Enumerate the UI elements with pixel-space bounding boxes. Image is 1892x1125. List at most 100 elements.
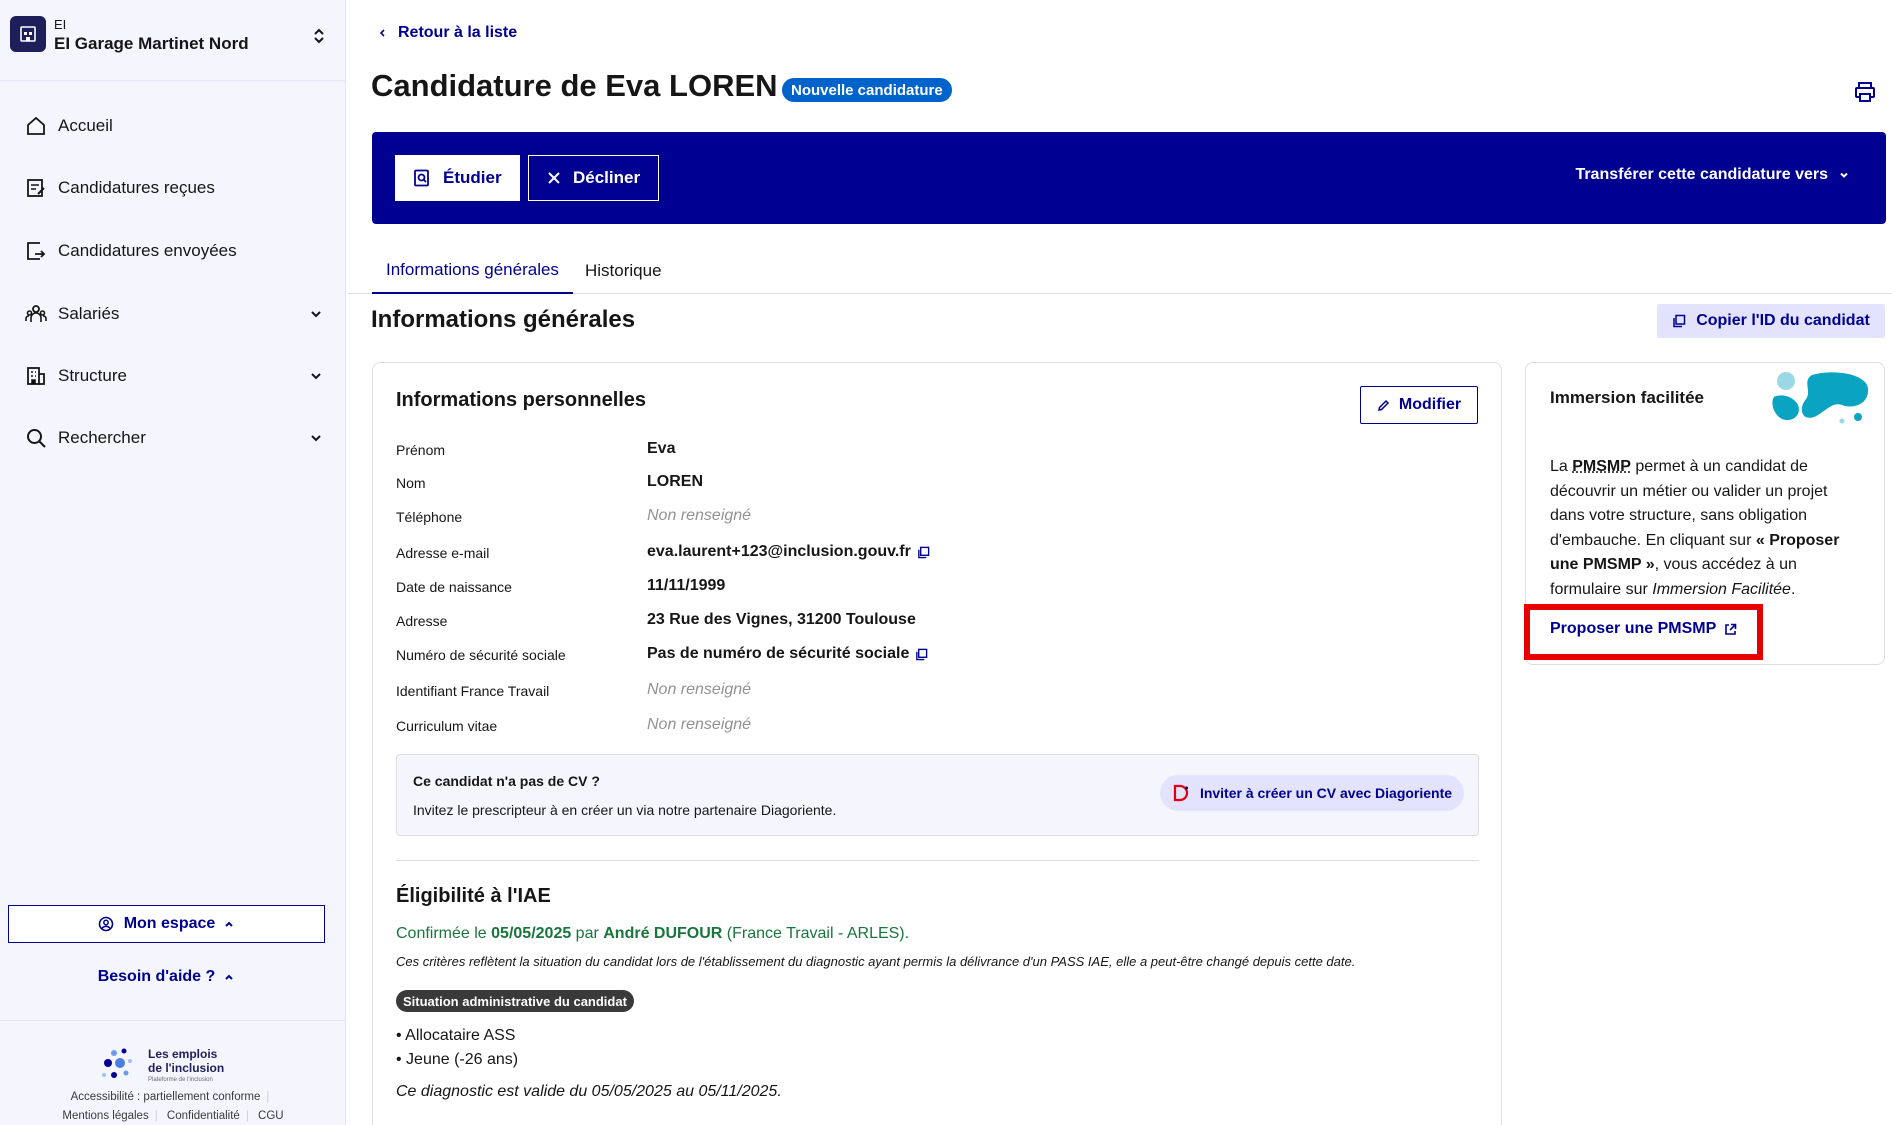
etudier-button[interactable]: Étudier bbox=[395, 155, 520, 201]
tab-bar: Informations générales Historique bbox=[348, 248, 1892, 294]
mentions-legales-link[interactable]: Mentions légales bbox=[62, 1110, 148, 1122]
no-cv-text: Invitez le prescripteur à en créer un vi… bbox=[413, 802, 837, 818]
chevron-up-icon bbox=[223, 971, 235, 983]
sidebar-item-structure[interactable]: Structure bbox=[24, 360, 324, 392]
user-circle-icon bbox=[98, 916, 114, 932]
sidebar-item-label: Salariés bbox=[58, 304, 120, 323]
nir-value: Pas de numéro de sécurité sociale bbox=[647, 645, 910, 662]
eligibility-note: Ces critères reflètent la situation du c… bbox=[396, 954, 1356, 969]
team-icon bbox=[24, 302, 48, 326]
copy-id-label: Copier l'ID du candidat bbox=[1696, 312, 1870, 329]
info-label: Adresse e-mail bbox=[396, 545, 490, 561]
action-bar: Étudier Décliner Transférer cette candid… bbox=[372, 132, 1886, 224]
info-value: 23 Rue des Vignes, 31200 Toulouse bbox=[647, 611, 916, 628]
building-icon bbox=[20, 26, 36, 42]
search-icon bbox=[24, 426, 48, 450]
section-title: Informations générales bbox=[371, 306, 636, 333]
info-label: Adresse bbox=[396, 613, 448, 629]
chevron-up-icon bbox=[223, 918, 235, 930]
brand-name: Les emplois de l'inclusion bbox=[148, 1047, 225, 1075]
besoin-aide-button[interactable]: Besoin d'aide ? bbox=[8, 965, 325, 989]
inclusion-logo-icon bbox=[102, 1048, 132, 1078]
copy-icon[interactable] bbox=[917, 546, 930, 559]
modifier-button[interactable]: Modifier bbox=[1360, 386, 1478, 424]
info-value: 11/11/1999 bbox=[647, 577, 726, 594]
divider bbox=[0, 80, 346, 81]
sidebar-item-label: Rechercher bbox=[58, 428, 146, 447]
info-value: Non renseigné bbox=[647, 507, 752, 524]
info-value-wrap: eva.laurent+123@inclusion.gouv.fr bbox=[647, 543, 930, 561]
confidentialite-link[interactable]: Confidentialité bbox=[167, 1110, 240, 1122]
immersion-illustration-icon bbox=[1772, 372, 1869, 424]
info-label: Nom bbox=[396, 475, 426, 491]
info-label: Curriculum vitae bbox=[396, 718, 498, 734]
info-row-telephone: Téléphone Non renseigné bbox=[396, 506, 1456, 528]
chevron-down-icon bbox=[311, 373, 321, 380]
chevron-down-icon bbox=[311, 311, 321, 318]
tab-informations-generales[interactable]: Informations générales bbox=[372, 248, 573, 294]
invite-diagoriente-label: Inviter à créer un CV avec Diagoriente bbox=[1199, 785, 1453, 801]
organization-type: EI bbox=[54, 17, 67, 32]
info-row-cv: Curriculum vitae Non renseigné bbox=[396, 715, 1456, 737]
sidebar-item-candidatures-recues[interactable]: Candidatures reçues bbox=[24, 172, 324, 204]
cgu-link[interactable]: CGU bbox=[258, 1110, 284, 1122]
expand-collapse-icon[interactable] bbox=[312, 26, 326, 46]
decliner-button[interactable]: Décliner bbox=[528, 155, 660, 201]
info-row-adresse: Adresse 23 Rue des Vignes, 31200 Toulous… bbox=[396, 610, 1456, 632]
highlight-annotation bbox=[1524, 604, 1763, 660]
personal-info-title: Informations personnelles bbox=[396, 389, 647, 411]
immersion-title: Immersion facilitée bbox=[1550, 388, 1705, 407]
brand-logo[interactable]: Les emplois de l'inclusion Plateforme de … bbox=[100, 1045, 260, 1085]
copy-icon[interactable] bbox=[915, 648, 928, 661]
page-title: Candidature de Eva LOREN bbox=[371, 68, 778, 103]
document-search-icon bbox=[413, 169, 431, 187]
home-icon bbox=[24, 114, 48, 138]
sidebar-item-salaries[interactable]: Salariés bbox=[24, 298, 324, 330]
tab-historique[interactable]: Historique bbox=[571, 248, 676, 294]
copy-icon bbox=[1672, 314, 1686, 328]
eligibility-confirmation: Confirmée le 05/05/2025 par André DUFOUR… bbox=[396, 925, 910, 942]
admin-situation-badge: Situation administrative du candidat bbox=[396, 990, 634, 1012]
edit-document-icon bbox=[24, 176, 48, 200]
info-value-wrap: Pas de numéro de sécurité sociale bbox=[647, 645, 928, 663]
sidebar: EI EI Garage Martinet Nord Accueil Candi… bbox=[0, 0, 346, 1125]
info-row-email: Adresse e-mail eva.laurent+123@inclusion… bbox=[396, 542, 1456, 564]
immersion-description: La PMSMP permet à un candidat de découvr… bbox=[1550, 458, 1840, 598]
no-cv-callout: Ce candidat n'a pas de CV ? Invitez le p… bbox=[396, 754, 1479, 836]
chevron-left-icon bbox=[378, 28, 386, 38]
print-icon[interactable] bbox=[1853, 80, 1877, 104]
mon-espace-label: Mon espace bbox=[123, 915, 216, 932]
info-row-securite-sociale: Numéro de sécurité sociale Pas de numéro… bbox=[396, 644, 1456, 666]
divider bbox=[0, 1020, 346, 1021]
info-label: Numéro de sécurité sociale bbox=[396, 647, 566, 663]
copy-candidate-id-button[interactable]: Copier l'ID du candidat bbox=[1657, 304, 1885, 338]
organization-switcher[interactable]: EI EI Garage Martinet Nord bbox=[10, 16, 336, 56]
info-label: Identifiant France Travail bbox=[396, 683, 550, 699]
sidebar-item-rechercher[interactable]: Rechercher bbox=[24, 422, 324, 454]
no-cv-title: Ce candidat n'a pas de CV ? bbox=[413, 773, 600, 789]
decliner-label: Décliner bbox=[573, 168, 641, 187]
footer-row-1: Accessibilité : partiellement conforme | bbox=[70, 1091, 270, 1103]
info-row-date-naissance: Date de naissance 11/11/1999 bbox=[396, 576, 1456, 598]
chevron-down-icon bbox=[1838, 169, 1850, 181]
sidebar-item-candidatures-envoyees[interactable]: Candidatures envoyées bbox=[24, 235, 324, 267]
sidebar-item-accueil[interactable]: Accueil bbox=[24, 110, 324, 142]
eligibility-validity: Ce diagnostic est valide du 05/05/2025 a… bbox=[396, 1083, 782, 1100]
transfer-dropdown[interactable]: Transférer cette candidature vers bbox=[1575, 166, 1850, 184]
back-to-list-link[interactable]: Retour à la liste bbox=[378, 24, 517, 42]
info-value: Eva bbox=[647, 440, 676, 457]
status-badge: Nouvelle candidature bbox=[782, 78, 952, 102]
info-value: Non renseigné bbox=[647, 681, 752, 698]
invite-diagoriente-button[interactable]: Inviter à créer un CV avec Diagoriente bbox=[1160, 775, 1464, 811]
chevron-down-icon bbox=[311, 435, 321, 442]
back-link-label: Retour à la liste bbox=[398, 24, 518, 41]
sidebar-item-label: Structure bbox=[58, 366, 127, 385]
accessibility-link[interactable]: Accessibilité : partiellement conforme bbox=[71, 1091, 261, 1103]
info-label: Téléphone bbox=[396, 509, 463, 525]
mon-espace-button[interactable]: Mon espace bbox=[8, 905, 325, 943]
info-label: Prénom bbox=[396, 442, 446, 458]
criteria-item: • Allocataire ASS bbox=[396, 1027, 516, 1044]
organization-logo bbox=[10, 16, 46, 52]
modifier-label: Modifier bbox=[1398, 396, 1462, 413]
pencil-icon bbox=[1377, 399, 1390, 412]
